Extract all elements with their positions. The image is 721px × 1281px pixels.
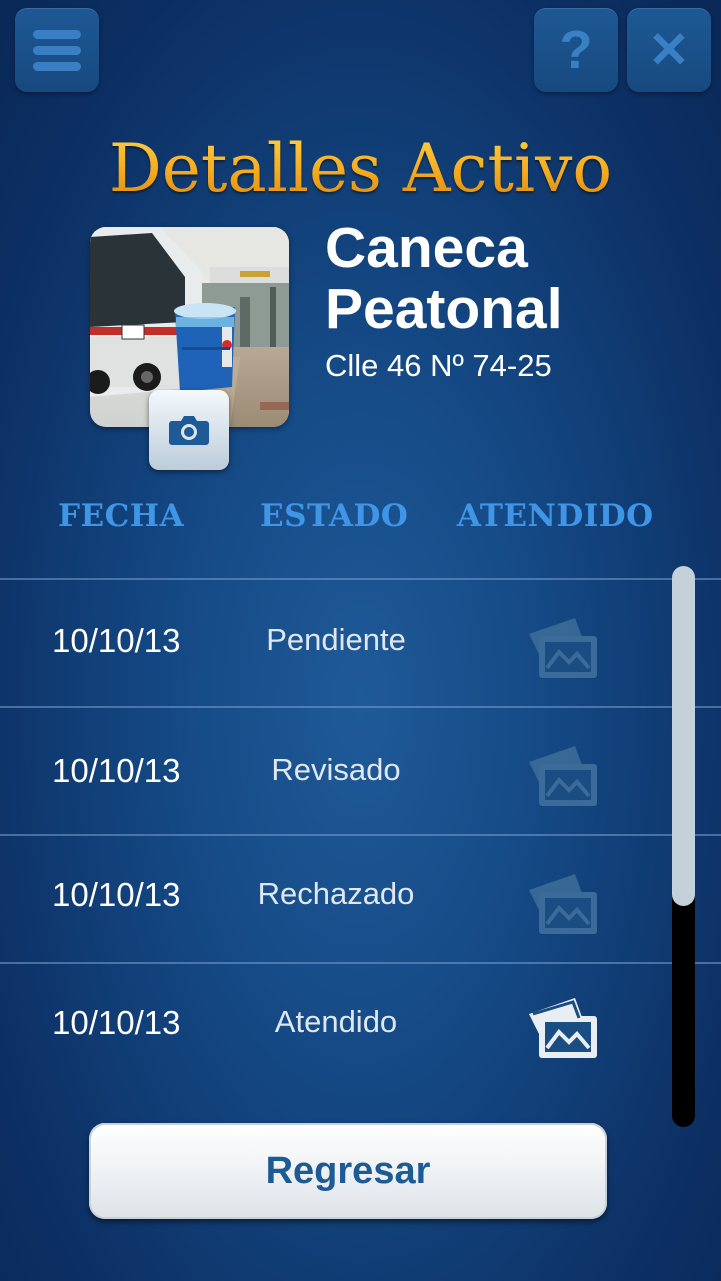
- asset-name-line2: Peatonal: [325, 277, 563, 341]
- camera-button[interactable]: [149, 390, 229, 470]
- page-title: Detalles Activo: [0, 130, 721, 207]
- photos-icon[interactable]: [525, 994, 599, 1060]
- row-status: Atendido: [274, 1004, 398, 1039]
- row-status: Revisado: [271, 752, 401, 787]
- row-status: Pendiente: [266, 622, 406, 657]
- table-row[interactable]: 10/10/13 Pendiente: [0, 578, 721, 708]
- column-header-fecha: FECHA: [58, 498, 185, 534]
- photos-icon[interactable]: [525, 870, 599, 936]
- table-row[interactable]: 10/10/13 Rechazado: [0, 834, 721, 964]
- asset-name-line1: Caneca: [325, 216, 528, 280]
- photos-icon[interactable]: [525, 614, 599, 680]
- photos-icon[interactable]: [525, 742, 599, 808]
- table-row[interactable]: 10/10/13 Revisado: [0, 706, 721, 836]
- row-date: 10/10/13: [52, 752, 181, 789]
- back-button-label: Regresar: [265, 1149, 431, 1192]
- row-status: Rechazado: [257, 876, 415, 911]
- row-date: 10/10/13: [52, 876, 181, 913]
- column-header-estado: ESTADO: [260, 498, 409, 534]
- asset-name: Caneca Peatonal: [325, 218, 705, 340]
- camera-icon: [169, 416, 209, 445]
- scrollbar-thumb[interactable]: [672, 566, 695, 906]
- table-row[interactable]: 10/10/13 Atendido: [0, 962, 721, 1092]
- hamburger-menu-icon: [33, 29, 81, 71]
- help-button[interactable]: ?: [534, 8, 618, 92]
- row-date: 10/10/13: [52, 1004, 181, 1041]
- history-list[interactable]: 10/10/13 Pendiente 10/10/13 Revisado 10/…: [0, 578, 721, 1094]
- question-mark-icon: ?: [559, 20, 593, 80]
- column-header-atendido: ATENDIDO: [457, 498, 654, 534]
- asset-address: Clle 46 Nº 74-25: [325, 348, 552, 383]
- close-x-icon: ✕: [648, 22, 690, 78]
- scrollbar-track[interactable]: [672, 566, 695, 1127]
- row-date: 10/10/13: [52, 622, 181, 659]
- close-button[interactable]: ✕: [627, 8, 711, 92]
- back-button[interactable]: Regresar: [89, 1123, 607, 1219]
- menu-button[interactable]: [15, 8, 99, 92]
